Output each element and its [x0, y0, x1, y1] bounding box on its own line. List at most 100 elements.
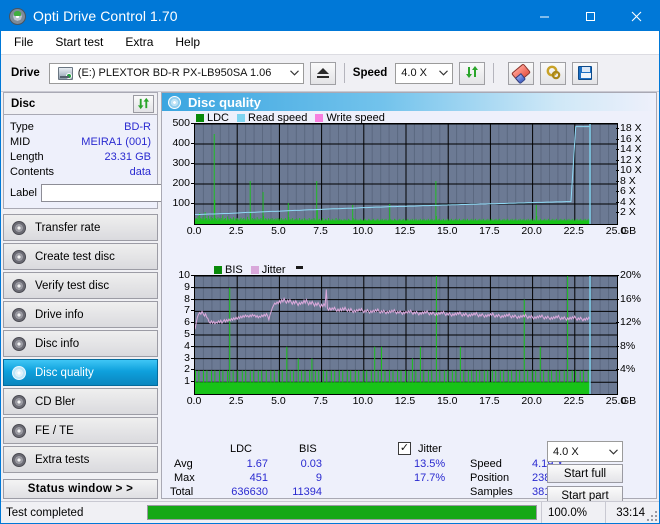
drive-icon	[57, 66, 73, 80]
y-axis-tick-left: 500	[172, 117, 190, 129]
test-speed-select[interactable]: 4.0 X	[547, 441, 623, 462]
eject-icon	[316, 67, 329, 79]
menu-start-test[interactable]: Start test	[52, 33, 106, 51]
y-axis-tickmark	[616, 322, 619, 324]
y-axis-tickmark	[616, 128, 619, 130]
sidebar-label: Verify test disc	[35, 279, 110, 292]
y-axis-tickmark	[616, 191, 619, 193]
y-axis-tick-left: 4	[184, 339, 190, 352]
disc-length-label: Length	[10, 150, 44, 163]
speed-select[interactable]: 4.0 X	[395, 62, 454, 84]
jitter-checkbox[interactable]: ✓	[398, 442, 411, 455]
save-button[interactable]	[572, 61, 599, 85]
sidebar-item-extra-tests[interactable]: Extra tests	[3, 446, 158, 473]
x-axis-tick: 7.5	[313, 225, 328, 237]
disc-refresh-button[interactable]	[133, 94, 154, 113]
toolbar-divider-1	[343, 63, 345, 83]
disc-row-type: Type BD-R	[10, 119, 151, 134]
disc-icon	[12, 365, 26, 380]
eraser-icon	[511, 63, 532, 83]
y-axis-tick-right: 20%	[620, 269, 642, 281]
window-controls	[521, 1, 659, 31]
sidebar: Disc Type BD-R MID MEIRA1 (001) Length 2…	[3, 92, 243, 499]
x-axis-tick: 10.0	[352, 395, 374, 407]
disc-length-value: 23.31 GB	[104, 150, 151, 163]
y-axis-tick-left: 9	[184, 280, 190, 293]
sidebar-item-disc-quality[interactable]: Disc quality	[3, 359, 158, 386]
disc-icon	[168, 95, 181, 109]
y-axis-tick-right: 12 X	[620, 153, 642, 166]
drive-select-value: (E:) PLEXTOR BD-R PX-LB950SA 1.06	[77, 67, 272, 79]
maximize-icon[interactable]	[567, 1, 613, 31]
progress-percent: 100.0%	[541, 502, 605, 523]
checkmark-icon: ✓	[399, 442, 410, 454]
sidebar-item-drive-info[interactable]: Drive info	[3, 301, 158, 328]
y-axis-tick-right: 8%	[620, 339, 636, 352]
x-axis-tick: 5.0	[271, 225, 286, 237]
y-axis-tickmark	[191, 310, 194, 312]
y-axis-tick-left: 7	[184, 304, 190, 317]
y-axis-tick-left: 1	[184, 375, 190, 388]
disc-icon	[12, 220, 26, 235]
y-axis-tickmark	[191, 322, 194, 324]
stats-row-max-label: Max	[174, 472, 195, 484]
x-axis-tick: 2.5	[228, 225, 244, 237]
y-axis-tickmark	[191, 123, 194, 124]
y-axis-tick-right: 18 X	[620, 122, 642, 135]
menu-extra[interactable]: Extra	[122, 33, 156, 51]
y-axis-tick-right: 6 X	[620, 185, 636, 198]
x-axis-unit-label: GB	[621, 225, 637, 237]
drive-label: Drive	[11, 67, 40, 79]
x-axis-unit-label: GB	[621, 395, 637, 407]
x-axis-tick: 12.5	[394, 395, 416, 407]
sidebar-item-verify-test-disc[interactable]: Verify test disc	[3, 272, 158, 299]
sidebar-item-fe-te[interactable]: FE / TE	[3, 417, 158, 444]
menu-help[interactable]: Help	[172, 33, 203, 51]
sidebar-item-cd-bler[interactable]: CD Bler	[3, 388, 158, 415]
menu-file[interactable]: File	[11, 33, 36, 51]
sidebar-item-disc-info[interactable]: Disc info	[3, 330, 158, 357]
erase-button[interactable]	[508, 61, 535, 85]
refresh-button[interactable]	[459, 61, 486, 85]
plot-area-bottom	[194, 275, 618, 395]
x-axis-tick: 2.5	[228, 395, 244, 407]
y-axis-tickmark	[191, 143, 194, 144]
eject-button[interactable]	[309, 61, 336, 85]
settings-button[interactable]	[540, 61, 567, 85]
y-axis-tick-left: 8	[184, 292, 190, 305]
disc-row-length: Length 23.31 GB	[10, 149, 151, 164]
y-axis-tickmark	[191, 275, 194, 276]
y-axis-tickmark	[191, 286, 194, 288]
disc-label-row: Label	[10, 183, 243, 202]
y-axis-tickmark	[616, 212, 619, 214]
minimize-icon[interactable]	[521, 1, 567, 31]
stats-max-bis: 9	[315, 472, 322, 484]
y-axis-tick-right: 2 X	[620, 206, 636, 219]
gear-icon	[546, 65, 561, 82]
status-window-button[interactable]: Status window > >	[3, 479, 158, 499]
y-axis-tickmark	[191, 203, 194, 204]
sidebar-item-create-test-disc[interactable]: Create test disc	[3, 243, 158, 270]
stats-total-ldc: 636630	[231, 486, 268, 498]
stats-col-bis: BIS	[299, 443, 317, 455]
y-axis-tickmark	[191, 357, 194, 359]
close-icon[interactable]	[613, 1, 659, 31]
y-axis-tickmark	[191, 334, 194, 335]
resize-grip-icon[interactable]	[647, 511, 657, 521]
drive-select[interactable]: (E:) PLEXTOR BD-R PX-LB950SA 1.06	[48, 62, 304, 84]
y-axis-tick-left: 300	[172, 157, 190, 169]
stats-avg-ldc: 1.67	[246, 458, 268, 470]
start-full-button[interactable]: Start full	[547, 464, 623, 483]
progress-bar-cell	[147, 502, 541, 523]
disc-icon	[12, 452, 26, 467]
disc-label-label: Label	[10, 186, 37, 199]
y-axis-tickmark	[616, 180, 619, 182]
title-bar: Opti Drive Control 1.70	[1, 1, 659, 31]
stats-row-avg-label: Avg	[174, 458, 193, 470]
speed-select-value: 4.0 X	[401, 67, 427, 79]
sidebar-item-transfer-rate[interactable]: Transfer rate	[3, 214, 158, 241]
statistics-panel: LDC BIS Avg 1.67 0.03 Max 451 9 Total 63…	[162, 440, 656, 505]
chevron-down-icon	[605, 442, 622, 461]
y-axis-tick-right: 12%	[620, 316, 642, 329]
x-axis-tick: 22.5	[563, 225, 585, 237]
